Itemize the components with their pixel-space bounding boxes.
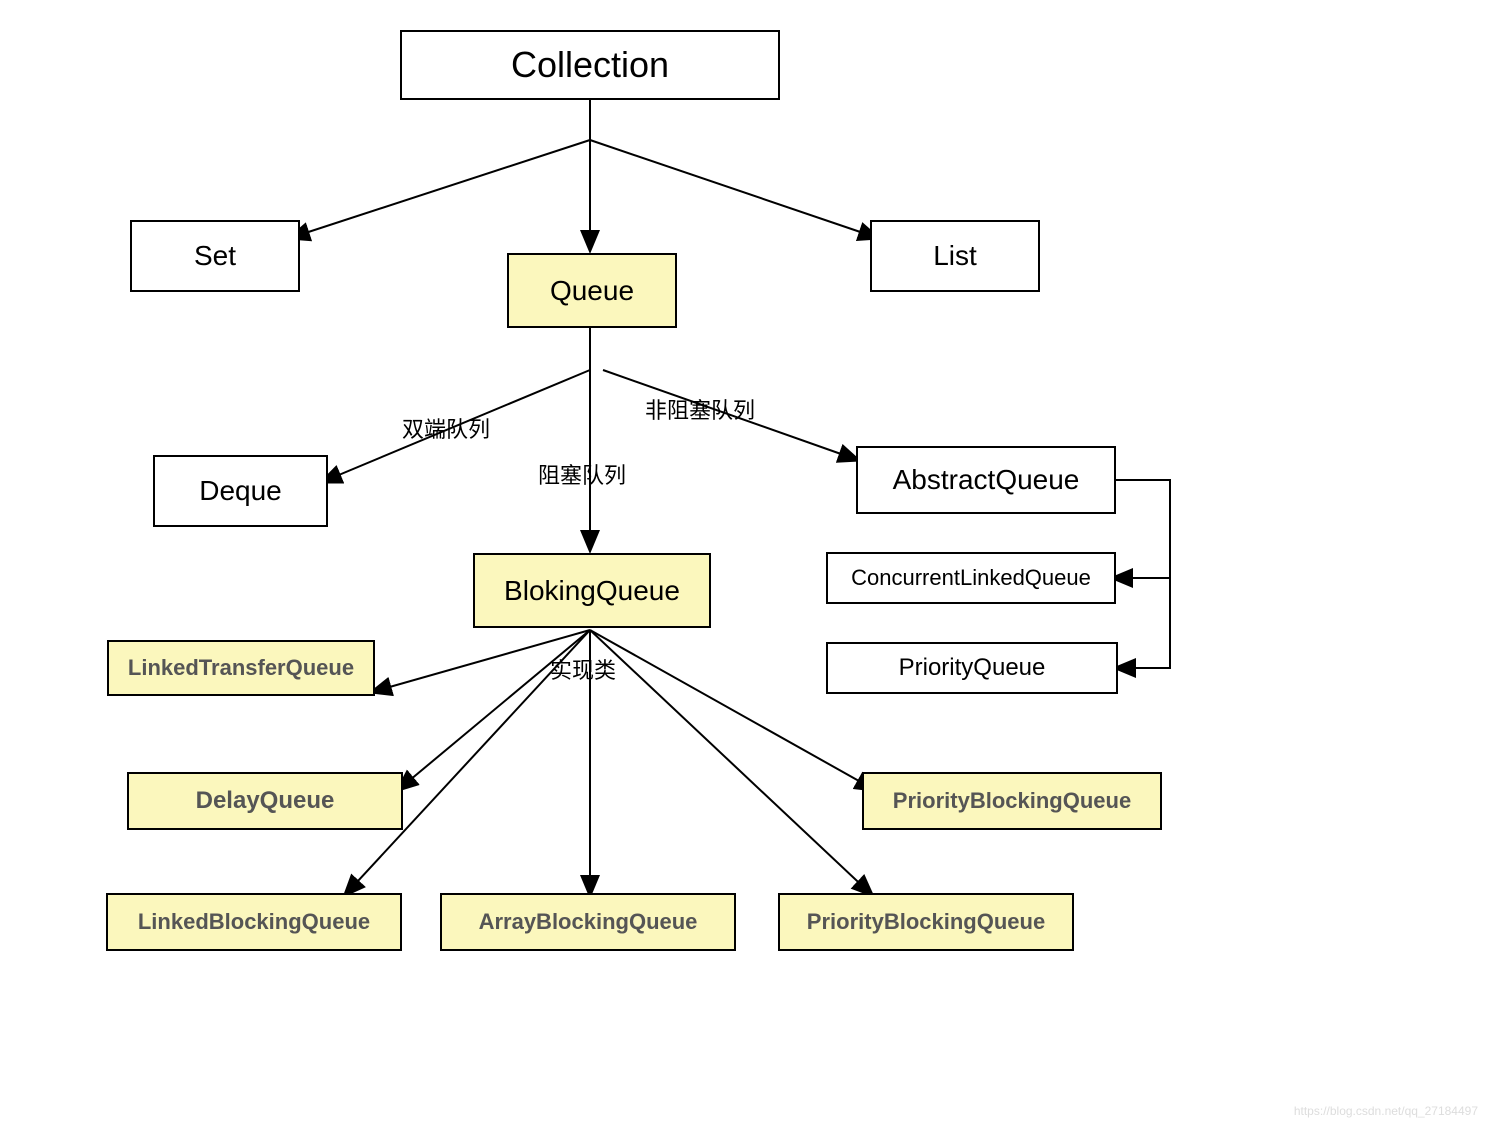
- node-set: Set: [130, 220, 300, 292]
- edge-label-impl: 实现类: [550, 653, 616, 685]
- node-priority-queue: PriorityQueue: [826, 642, 1118, 694]
- node-collection: Collection: [400, 30, 780, 100]
- node-priority-blocking-queue-2: PriorityBlockingQueue: [778, 893, 1074, 951]
- node-concurrent-linked-queue: ConcurrentLinkedQueue: [826, 552, 1116, 604]
- node-blocking-queue: BlokingQueue: [473, 553, 711, 628]
- node-queue: Queue: [507, 253, 677, 328]
- node-deque: Deque: [153, 455, 328, 527]
- diagram-arrows: [0, 0, 1488, 1124]
- node-abstract-queue: AbstractQueue: [856, 446, 1116, 514]
- watermark: https://blog.csdn.net/qq_27184497: [1294, 1104, 1478, 1118]
- node-delay-queue: DelayQueue: [127, 772, 403, 830]
- node-linked-blocking-queue: LinkedBlockingQueue: [106, 893, 402, 951]
- node-linked-transfer-queue: LinkedTransferQueue: [107, 640, 375, 696]
- node-array-blocking-queue: ArrayBlockingQueue: [440, 893, 736, 951]
- node-priority-blocking-queue-1: PriorityBlockingQueue: [862, 772, 1162, 830]
- node-list: List: [870, 220, 1040, 292]
- edge-label-blocking: 阻塞队列: [538, 458, 626, 490]
- edge-label-non-blocking: 非阻塞队列: [645, 393, 755, 425]
- edge-label-deque: 双端队列: [402, 412, 490, 444]
